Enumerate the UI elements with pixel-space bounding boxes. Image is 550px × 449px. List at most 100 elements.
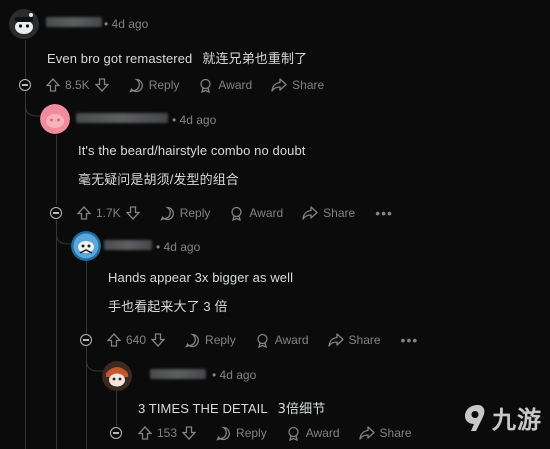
reply-label: Reply [148, 78, 180, 92]
comment-text-en: 3 TIMES THE DETAIL [138, 401, 268, 416]
reply-label: Reply [236, 426, 267, 440]
vote-control: 1.7K [77, 206, 140, 220]
award-icon [231, 206, 243, 221]
snoo-avatar-icon [9, 9, 39, 39]
more-options-button[interactable]: ••• [375, 206, 393, 220]
collapse-thread-button[interactable] [50, 207, 62, 219]
comment-meta: • 4d ago [172, 113, 216, 127]
vote-score: 640 [126, 333, 147, 347]
collapse-thread-button[interactable] [110, 427, 122, 439]
comment-time: 4d ago [111, 17, 149, 31]
collapse-thread-button[interactable] [19, 79, 31, 91]
share-icon [327, 333, 344, 347]
share-label: Share [379, 426, 412, 440]
share-button[interactable]: Share [302, 206, 355, 220]
award-button[interactable]: Award [198, 78, 252, 93]
meta-separator: • [156, 240, 161, 254]
award-button[interactable]: Award [286, 426, 340, 441]
reply-button[interactable]: Reply [185, 333, 236, 348]
comment-text-cn: 毫无疑问是胡须/发型的组合 [78, 172, 239, 187]
comment-text-cn: 3倍细节 [277, 402, 326, 417]
snoo-avatar-icon [102, 361, 132, 391]
thread-line[interactable] [56, 220, 57, 449]
thread-line[interactable] [56, 135, 57, 205]
reply-button[interactable]: Reply [159, 206, 211, 221]
share-button[interactable]: Share [271, 78, 324, 92]
share-button[interactable]: Share [358, 426, 412, 440]
reply-button[interactable]: Reply [128, 78, 180, 93]
vote-score: 8.5K [65, 78, 90, 92]
meta-separator: • [172, 113, 177, 127]
comment-actions: 1.7K Reply Award Share ••• [77, 202, 393, 224]
more-options-button[interactable]: ••• [401, 333, 419, 347]
username-redacted[interactable] [104, 240, 152, 250]
share-icon [358, 426, 375, 440]
comment-meta: • 4d ago [156, 240, 200, 254]
reply-icon [128, 78, 143, 93]
downvote-icon[interactable] [125, 206, 140, 220]
avatar[interactable] [71, 231, 101, 261]
upvote-icon[interactable] [138, 426, 152, 440]
vote-control: 8.5K [46, 78, 109, 92]
upvote-icon[interactable] [107, 333, 121, 347]
comment-body: Hands appear 3x bigger as well [108, 270, 293, 285]
reply-button[interactable]: Reply [216, 426, 267, 441]
share-label: Share [323, 206, 356, 220]
collapse-thread-button[interactable] [80, 334, 92, 346]
award-icon [257, 333, 268, 348]
award-label: Award [218, 78, 253, 92]
reply-label: Reply [179, 206, 211, 220]
comment-body: Even bro got remastered 就连兄弟也重制了 [47, 48, 307, 67]
username-redacted[interactable] [46, 17, 102, 27]
thread-line[interactable] [116, 390, 117, 426]
award-label: Award [305, 426, 340, 440]
comment-actions: 8.5K Reply Award Share [46, 74, 324, 96]
share-label: Share [348, 333, 381, 347]
meta-separator: • [104, 17, 109, 31]
comment-time: 4d ago [163, 240, 201, 254]
watermark-text: 九游 [492, 406, 542, 434]
comment-time: 4d ago [179, 113, 217, 127]
reply-label: Reply [205, 333, 236, 347]
comment-meta: • 4d ago [212, 368, 256, 382]
upvote-icon[interactable] [77, 206, 91, 220]
thread-line[interactable] [86, 260, 87, 333]
avatar[interactable] [40, 104, 70, 134]
snoo-avatar-icon [40, 104, 70, 134]
username-redacted[interactable] [76, 113, 168, 123]
downvote-icon[interactable] [151, 333, 166, 347]
award-button[interactable]: Award [255, 333, 309, 348]
share-icon [271, 78, 287, 92]
thread-line[interactable] [25, 92, 26, 449]
comment-text-cn: 手也看起来大了 3 倍 [108, 299, 228, 314]
comment-body-cn: 毫无疑问是胡须/发型的组合 [78, 169, 239, 188]
reply-icon [216, 426, 230, 441]
comment-text-en: It's the beard/hairstyle combo no doubt [78, 143, 306, 158]
share-label: Share [292, 78, 325, 92]
reply-icon [185, 333, 199, 348]
username-redacted[interactable] [150, 369, 206, 379]
meta-separator: • [212, 368, 217, 382]
comment-body: It's the beard/hairstyle combo no doubt [78, 143, 306, 158]
comment-actions: 153 Reply Award Share [138, 422, 412, 444]
vote-score: 1.7K [96, 206, 121, 220]
thread-line[interactable] [25, 40, 26, 80]
upvote-icon[interactable] [46, 78, 60, 92]
award-button[interactable]: Award [229, 206, 283, 221]
comment-body: 3 TIMES THE DETAIL 3倍细节 [138, 398, 325, 417]
downvote-icon[interactable] [182, 426, 197, 440]
comment-body-cn: 手也看起来大了 3 倍 [108, 296, 228, 315]
award-icon [200, 78, 212, 93]
share-button[interactable]: Share [327, 333, 381, 347]
avatar[interactable] [102, 361, 132, 391]
downvote-icon[interactable] [94, 78, 109, 92]
vote-control: 640 [107, 333, 166, 347]
comment-meta: • 4d ago [104, 17, 148, 31]
reply-icon [159, 206, 174, 221]
vote-control: 153 [138, 426, 197, 440]
avatar[interactable] [9, 9, 39, 39]
award-icon [288, 426, 299, 441]
jiuyou-logo-icon [465, 404, 485, 431]
comment-actions: 640 Reply Award Share ••• [107, 329, 418, 351]
comment-text-en: Hands appear 3x bigger as well [108, 270, 294, 285]
